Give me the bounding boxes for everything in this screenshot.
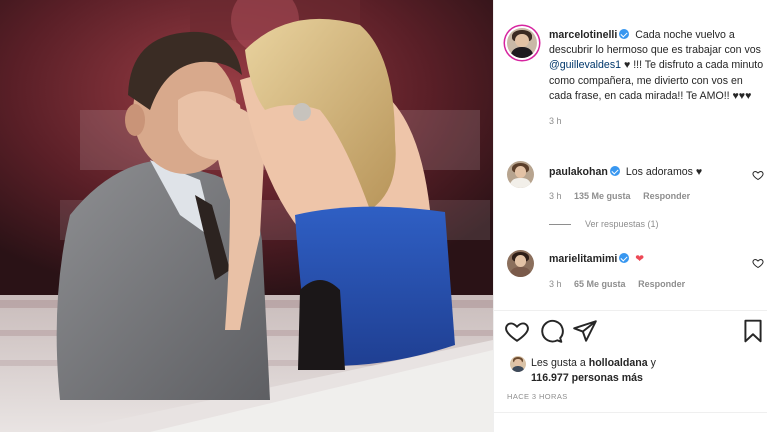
comment-time[interactable]: 3 h — [549, 191, 562, 201]
comment-meta: 3 h 135 Me gusta Responder — [549, 191, 700, 201]
paper-plane-icon[interactable] — [572, 318, 598, 344]
add-comment-bar[interactable] — [494, 412, 767, 432]
likes-count[interactable]: 116.977 personas más — [531, 372, 643, 384]
comment-meta: 3 h 65 Me gusta Responder — [549, 279, 695, 289]
author-avatar[interactable] — [507, 28, 537, 58]
post-action-bar — [494, 310, 767, 350]
bookmark-icon[interactable] — [740, 318, 766, 344]
view-replies-button[interactable]: Ver respuestas (1) — [549, 219, 659, 229]
liker-avatar[interactable] — [510, 356, 526, 372]
post-timestamp[interactable]: HACE 3 HORAS — [507, 392, 568, 401]
comment-like-heart-icon[interactable] — [752, 169, 764, 181]
replies-divider-line — [549, 223, 571, 225]
verified-badge-icon — [619, 253, 630, 263]
post-photo[interactable] — [0, 0, 493, 432]
comment-username[interactable]: marielitamimi — [549, 253, 617, 265]
photo-scene — [0, 0, 493, 432]
author-username[interactable]: marcelotinelli — [549, 29, 617, 41]
comment-reply-button[interactable]: Responder — [638, 279, 685, 289]
comment-item: marielitamimi ❤ — [549, 252, 749, 266]
likes-summary: Les gusta a holloaldana y 116.977 person… — [531, 356, 731, 386]
comment-like-heart-icon[interactable] — [752, 257, 764, 269]
caption-time[interactable]: 3 h — [549, 114, 765, 129]
verified-badge-icon — [609, 166, 620, 176]
heart-outline-icon[interactable] — [504, 318, 530, 344]
post-caption: marcelotinelli Cada noche vuelvo a descu… — [549, 28, 765, 129]
likes-prefix: Les gusta a — [531, 357, 586, 369]
comment-likes-count[interactable]: 135 Me gusta — [574, 191, 631, 201]
verified-badge-icon — [619, 29, 630, 39]
comment-avatar-marielitamimi[interactable] — [507, 250, 534, 277]
comment-item: paulakohan Los adoramos ♥ — [549, 165, 749, 179]
comment-text: ❤ — [635, 253, 645, 265]
comment-likes-count[interactable]: 65 Me gusta — [574, 279, 626, 289]
comment-reply-button[interactable]: Responder — [643, 191, 690, 201]
comment-avatar-paulakohan[interactable] — [507, 161, 534, 188]
likes-connector: y — [650, 357, 656, 369]
view-replies-label: Ver respuestas (1) — [585, 219, 659, 229]
caption-mention-link[interactable]: @guillevaldes1 — [549, 59, 621, 71]
comment-text: Los adoramos ♥ — [625, 166, 703, 178]
comment-username[interactable]: paulakohan — [549, 166, 608, 178]
likes-first-user[interactable]: holloaldana — [589, 357, 648, 369]
comment-time[interactable]: 3 h — [549, 279, 562, 289]
comment-bubble-icon[interactable] — [538, 318, 564, 344]
